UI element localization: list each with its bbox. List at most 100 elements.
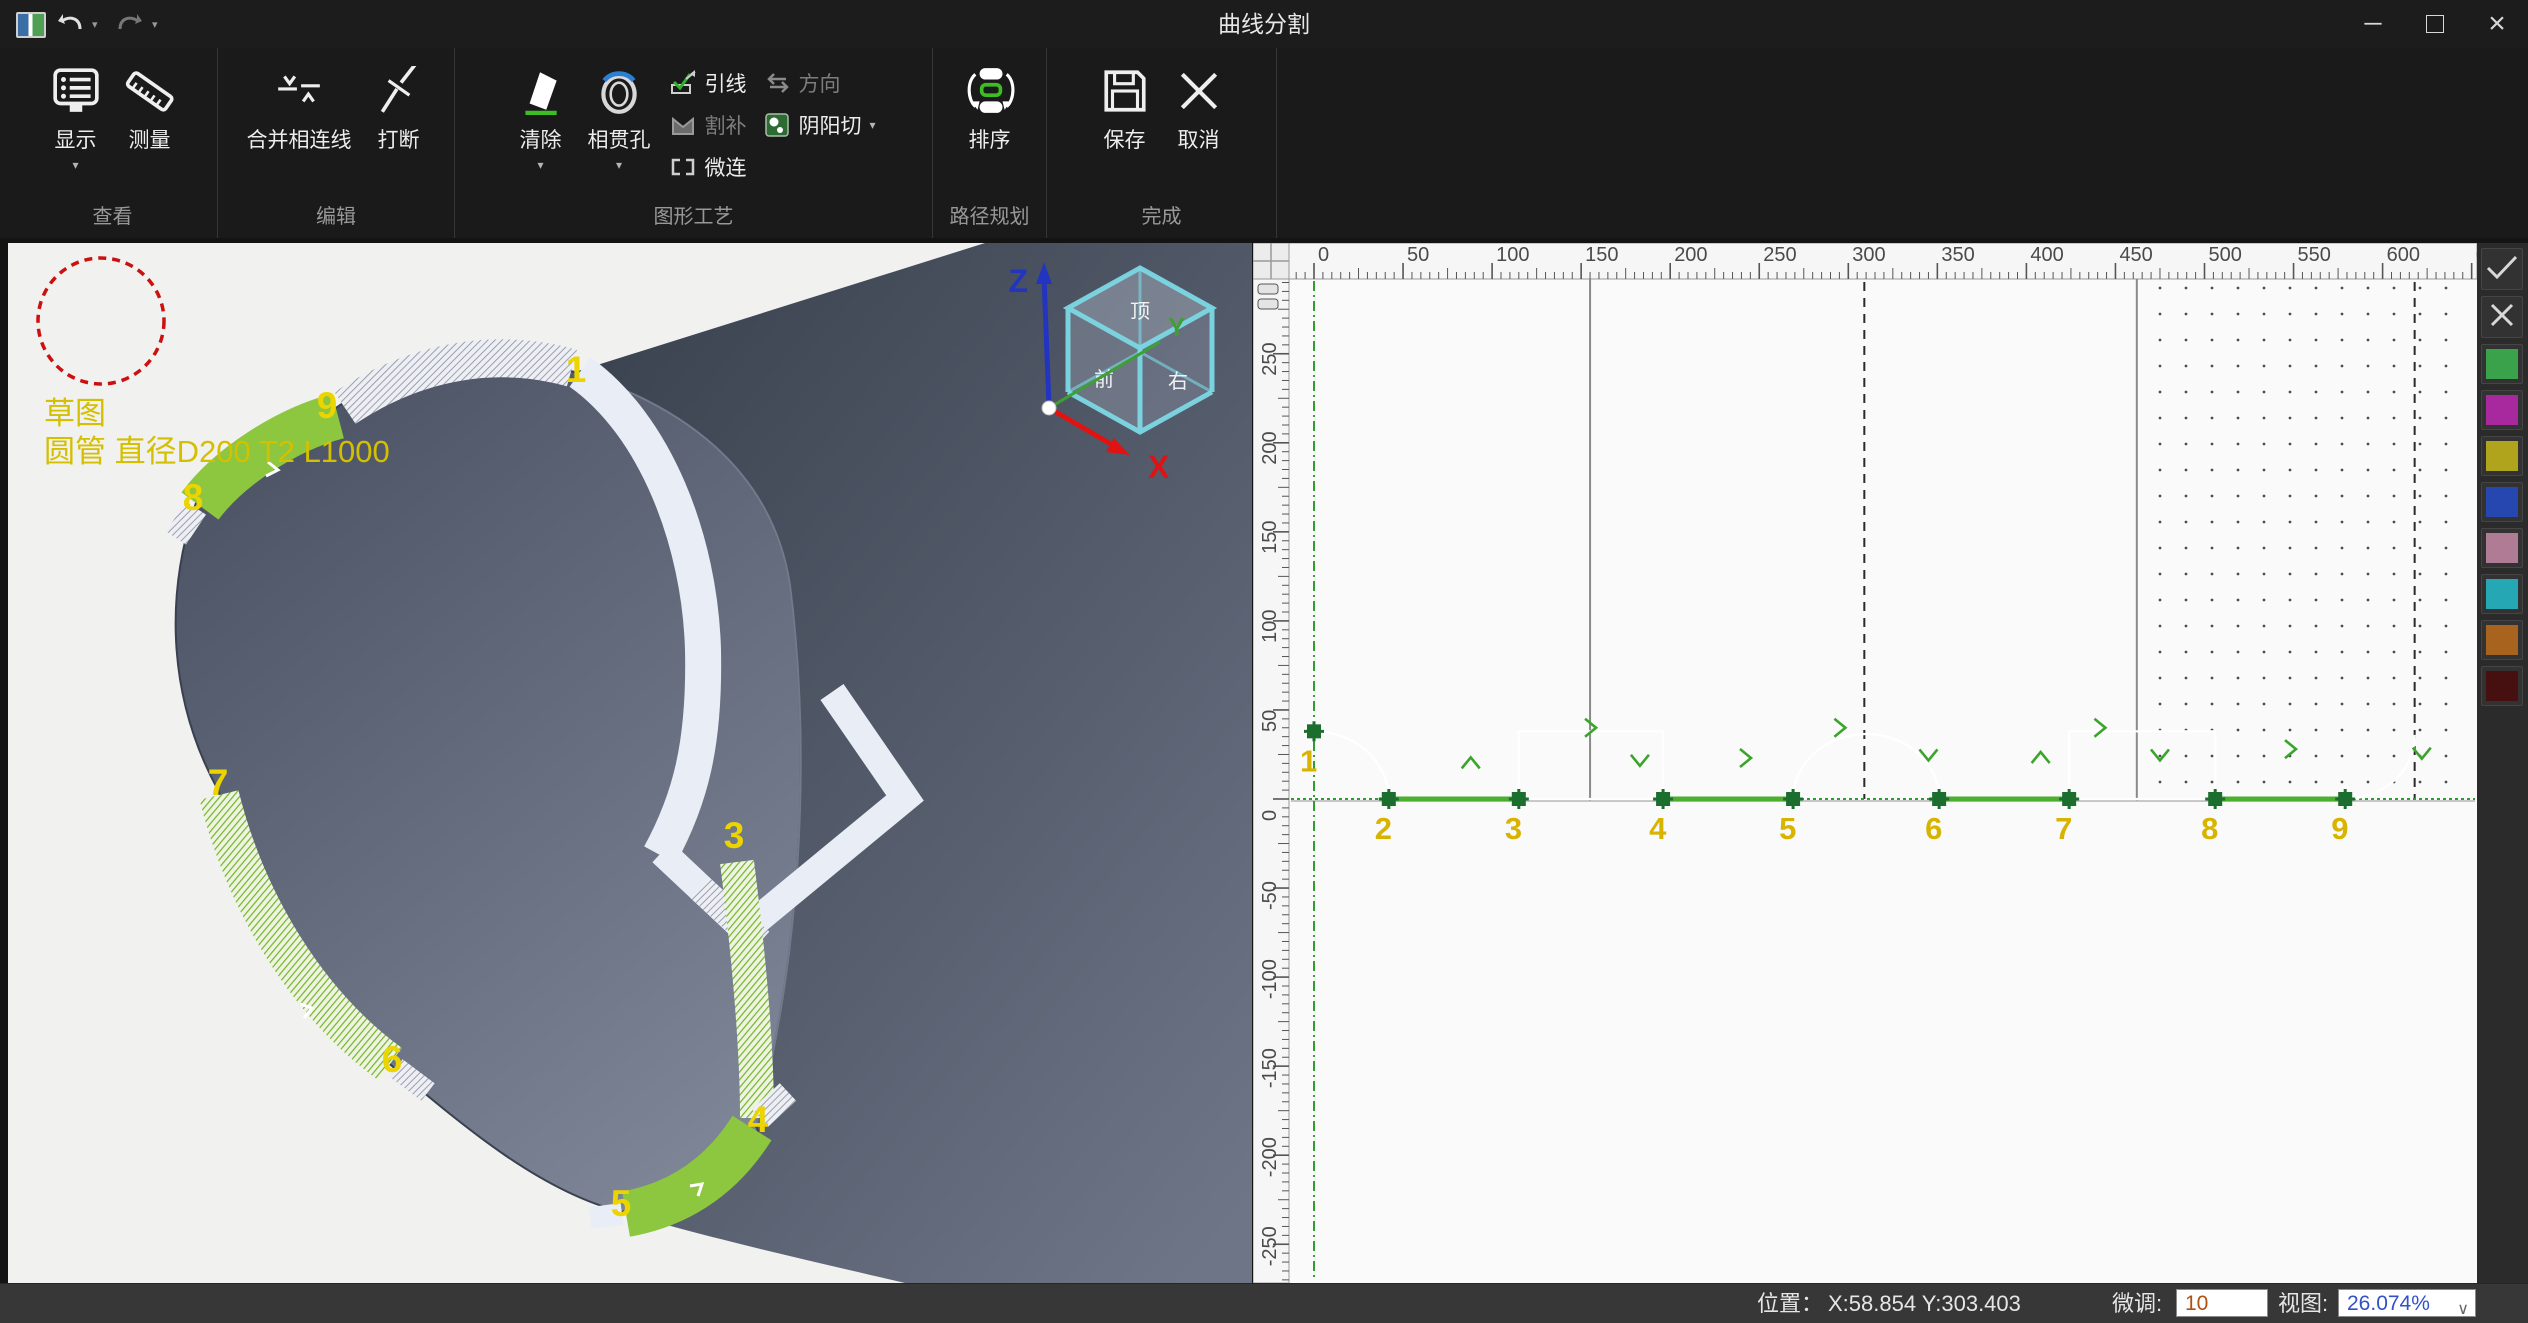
viewport-2d[interactable]: 0501001502002503003504004505005506006502… (1253, 243, 2477, 1283)
color-swatch-3[interactable] (2481, 436, 2523, 476)
h-ruler-label: 100 (1496, 244, 1529, 266)
ribbon-button-label: 微连 (704, 152, 746, 182)
color-swatch-8[interactable] (2481, 666, 2523, 706)
ribbon-group-图形工艺: 清除▾相贯孔▾引线割补微连方向阴阳切▾图形工艺 (455, 48, 933, 238)
v-ruler-label: 250 (1259, 342, 1281, 375)
ribbon-button-取消[interactable]: 取消 (1162, 62, 1236, 172)
zoom-level-value: 26.074% (2347, 1292, 2430, 1315)
merge-icon (274, 66, 324, 116)
sketch-label: 草图 (44, 396, 106, 431)
point-label-4: 4 (1649, 811, 1667, 846)
cut-marker-4: 4 (748, 1099, 769, 1140)
nudge-input[interactable]: 10 (2176, 1289, 2268, 1317)
sort-icon (965, 66, 1015, 116)
ribbon-button-阴阳切[interactable]: 阴阳切 ▾ (764, 110, 875, 140)
cut-marker-7: 7 (208, 762, 229, 803)
ribbon-button-保存[interactable]: 保存 (1088, 62, 1162, 172)
ribbon-toolbar: 显示▾测量查看合并相连线打断编辑清除▾相贯孔▾引线割补微连方向阴阳切▾图形工艺排… (0, 48, 2528, 238)
ribbon-button-合并相连线[interactable]: 合并相连线 (237, 62, 362, 172)
h-ruler-label: 50 (1407, 244, 1429, 266)
point-label-9: 9 (2331, 811, 2348, 846)
ribbon-button-label: 清除 (519, 124, 561, 154)
h-ruler-label: 200 (1674, 244, 1707, 266)
h-ruler-label: 250 (1763, 244, 1796, 266)
v-ruler-label: -150 (1259, 1048, 1281, 1088)
ribbon-button-清除[interactable]: 清除 ▾ (503, 62, 577, 172)
ribbon-button-label: 割补 (704, 110, 746, 140)
ribbon-button-label: 方向 (798, 68, 840, 98)
ribbon-button-label: 打断 (378, 124, 420, 154)
chevron-down-icon[interactable]: ▾ (869, 118, 875, 132)
color-swatch-5[interactable] (2481, 528, 2523, 568)
z-axis-label: Z (1008, 263, 1028, 299)
ribbon-group-查看: 显示▾测量查看 (8, 48, 218, 238)
v-ruler-label: 50 (1259, 710, 1281, 732)
cancel-button[interactable] (2481, 296, 2523, 338)
close-button[interactable]: × (2466, 0, 2528, 48)
application-window: ▾ ▾ 曲线分割 ─ × 显示▾测量查看合并相连线打断编辑清除▾相贯孔▾引线割补… (0, 0, 2528, 1323)
eraser-icon (515, 66, 565, 116)
color-swatch-6[interactable] (2481, 574, 2523, 614)
confirm-button[interactable] (2481, 248, 2523, 290)
ribbon-button-相贯孔[interactable]: 相贯孔▾ (577, 62, 660, 172)
v-ruler-label: 0 (1259, 810, 1281, 821)
position-label: 位置： (1757, 1284, 1823, 1323)
color-swatch-1[interactable] (2481, 344, 2523, 384)
ribbon-group-编辑: 合并相连线打断编辑 (218, 48, 455, 238)
color-swatch-4[interactable] (2481, 482, 2523, 522)
ribbon-button-label: 合并相连线 (247, 124, 352, 154)
chevron-down-icon: ∨ (2457, 1290, 2469, 1323)
patch-icon (670, 112, 696, 138)
title-bar: ▾ ▾ 曲线分割 ─ × (0, 0, 2528, 49)
viewport-3d[interactable]: 草图 圆管 直径D200 T2 L1000 13456789 顶 前 右 (8, 243, 1252, 1283)
ribbon-button-方向[interactable]: 方向 (764, 68, 875, 98)
ribbon-button-引线[interactable]: 引线 (670, 68, 746, 98)
window-title: 曲线分割 (0, 0, 2528, 48)
v-ruler-label: -100 (1259, 959, 1281, 999)
chevron-down-icon[interactable]: ▾ (616, 158, 622, 172)
ribbon-group-完成: 保存取消完成 (1047, 48, 1277, 238)
cut-marker-9: 9 (317, 385, 338, 426)
chevron-down-icon[interactable]: ▾ (537, 158, 543, 172)
point-label-1: 1 (1300, 743, 1317, 778)
color-swatch-2[interactable] (2481, 390, 2523, 430)
v-ruler-label: 150 (1259, 520, 1281, 553)
point-label-8: 8 (2201, 811, 2218, 846)
color-swatch-7[interactable] (2481, 620, 2523, 660)
cross-icon (2489, 302, 2515, 333)
ribbon-group-label: 查看 (8, 204, 217, 238)
ribbon-button-割补[interactable]: 割补 (670, 110, 746, 140)
ribbon-button-label: 排序 (969, 124, 1011, 154)
h-ruler-label: 550 (2298, 244, 2331, 266)
h-ruler-label: 350 (1941, 244, 1974, 266)
direction-icon (764, 70, 790, 96)
ruler-unit-icon (1258, 299, 1278, 309)
yinyang-icon (764, 112, 790, 138)
cut-band-3-4-hatched-green (737, 862, 757, 1118)
ribbon-group-label: 路径规划 (933, 204, 1046, 238)
ribbon-button-显示[interactable]: 显示▾ (39, 62, 113, 172)
v-ruler-label: 200 (1259, 431, 1281, 464)
ribbon-button-排序[interactable]: 排序 (953, 62, 1027, 172)
ribbon-small-button-stack: 引线割补微连 (670, 68, 746, 182)
ribbon-group-label: 完成 (1047, 204, 1276, 238)
chevron-down-icon[interactable]: ▾ (72, 158, 78, 172)
check-icon (2485, 254, 2519, 285)
maximize-button[interactable] (2404, 0, 2466, 48)
leader-icon (670, 70, 696, 96)
cut-marker-1: 1 (566, 349, 587, 390)
ribbon-button-测量[interactable]: 测量 (113, 62, 187, 172)
point-label-3: 3 (1505, 811, 1522, 846)
v-ruler-label: 100 (1259, 610, 1281, 643)
ribbon-group-label: 图形工艺 (455, 204, 932, 238)
minimize-button[interactable]: ─ (2342, 0, 2404, 48)
v-ruler-label: -50 (1259, 881, 1281, 910)
ribbon-button-微连[interactable]: 微连 (670, 152, 746, 182)
microjoint-icon (670, 154, 696, 180)
zoom-level-select[interactable]: 26.074% ∨ (2338, 1289, 2476, 1317)
ribbon-button-label: 阴阳切 (798, 110, 861, 140)
position-value: X:58.854 Y:303.403 (1828, 1284, 2021, 1323)
cube-face-top-label: 顶 (1130, 301, 1150, 323)
ribbon-button-label: 保存 (1104, 124, 1146, 154)
ribbon-button-打断[interactable]: 打断 (362, 62, 436, 172)
